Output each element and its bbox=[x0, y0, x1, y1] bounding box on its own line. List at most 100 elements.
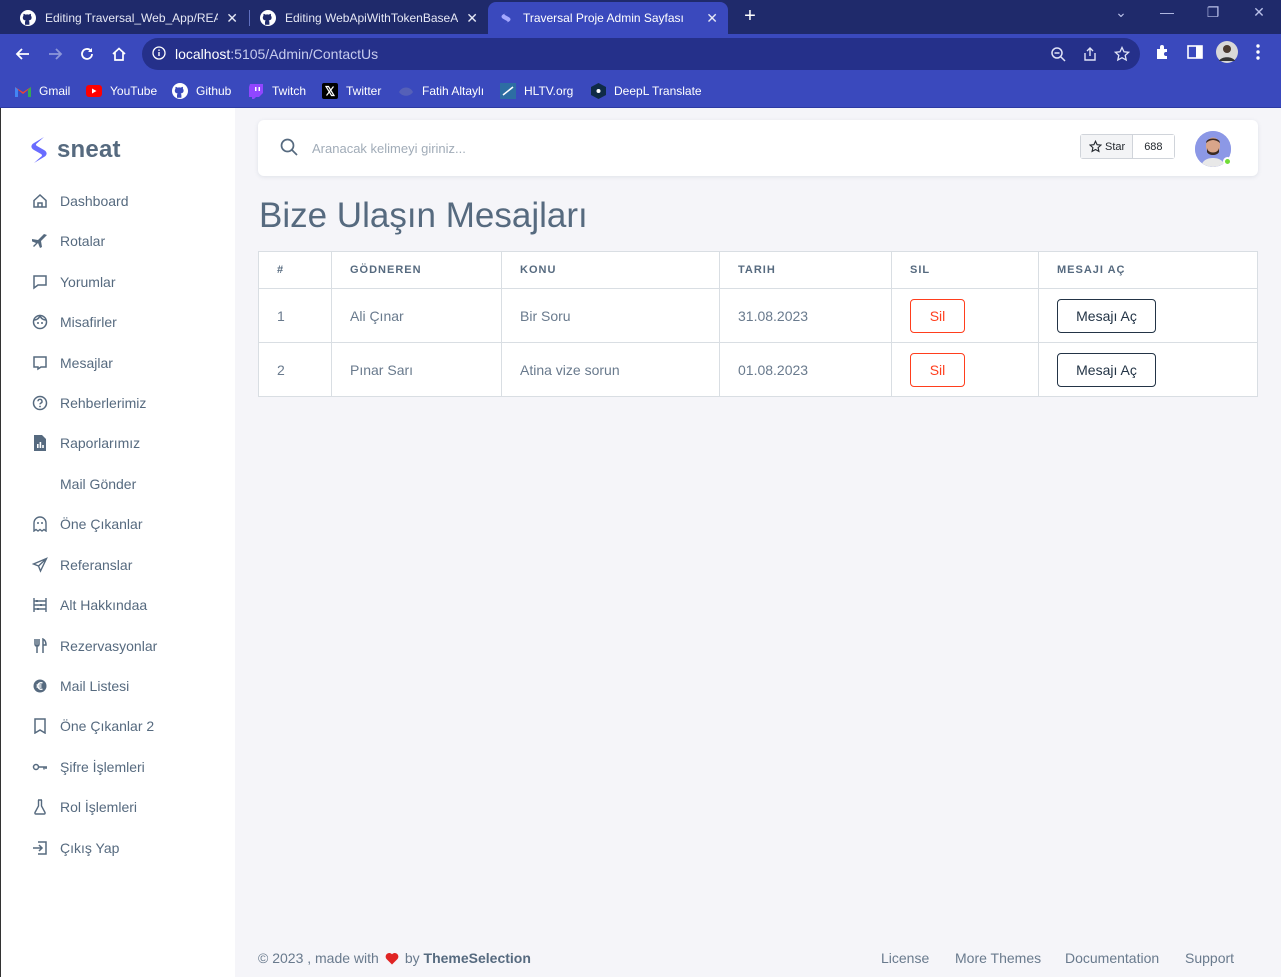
sidebar-item-rotalar[interactable]: Rotalar bbox=[31, 230, 105, 252]
sidebar-item-label: Öne Çıkanlar bbox=[60, 516, 143, 532]
copyright-text: © 2023 , made with bbox=[258, 950, 379, 966]
sidebar-item-yorumlar[interactable]: Yorumlar bbox=[31, 271, 116, 293]
cell-open: Mesajı Aç bbox=[1038, 288, 1258, 343]
star-count[interactable]: 688 bbox=[1133, 135, 1174, 158]
bookmark-github[interactable]: Github bbox=[172, 82, 231, 100]
footer-brand-link[interactable]: ThemeSelection bbox=[424, 950, 531, 966]
open-message-button[interactable]: Mesajı Aç bbox=[1057, 352, 1156, 387]
minimize-icon[interactable]: — bbox=[1152, 4, 1182, 20]
browser-tab[interactable]: Editing Traversal_Web_App/READ ✕ bbox=[10, 2, 248, 34]
heart-icon bbox=[385, 952, 399, 964]
by-text: by bbox=[404, 950, 420, 966]
address-bar[interactable]: localhost:5105/Admin/ContactUs bbox=[142, 38, 1140, 70]
brand-logo[interactable]: sneat bbox=[29, 136, 121, 164]
extensions-icon[interactable] bbox=[1154, 43, 1172, 66]
sidebar-item-label: Alt Hakkındaa bbox=[60, 597, 148, 613]
sidebar-item-label: Misafirler bbox=[60, 314, 117, 330]
sidebar-item-cikis-yap[interactable]: Çıkış Yap bbox=[31, 837, 119, 859]
sidebar-item-dashboard[interactable]: Dashboard bbox=[31, 190, 129, 212]
euro-icon bbox=[31, 677, 49, 695]
ghost-icon bbox=[31, 515, 49, 533]
sidebar-item-label: Mail Listesi bbox=[60, 678, 130, 694]
column-header-sender: GÖDNEREN bbox=[331, 251, 502, 289]
deepl-icon bbox=[590, 83, 606, 99]
column-header-subject: KONU bbox=[501, 251, 720, 289]
zoom-icon[interactable] bbox=[1050, 46, 1066, 67]
column-header-number: # bbox=[258, 251, 332, 289]
forward-icon[interactable] bbox=[43, 42, 67, 66]
sidebar-item-mail-listesi[interactable]: Mail Listesi bbox=[31, 675, 129, 697]
browser-tab-active[interactable]: Traversal Proje Admin Sayfası ✕ bbox=[488, 2, 728, 34]
cell-delete: Sil bbox=[891, 288, 1039, 343]
github-icon bbox=[20, 10, 36, 26]
x-twitter-icon bbox=[322, 83, 338, 99]
browser-toolbar: localhost:5105/Admin/ContactUs bbox=[0, 34, 1281, 74]
restaurant-icon bbox=[31, 637, 49, 655]
sidebar-item-rol-islemleri[interactable]: Rol İşlemleri bbox=[31, 796, 137, 818]
reload-icon[interactable] bbox=[75, 42, 99, 66]
bookmark-hltv[interactable]: HLTV.org bbox=[500, 82, 573, 100]
sidebar-item-label: Yorumlar bbox=[60, 274, 116, 290]
site-info-icon[interactable] bbox=[152, 46, 166, 65]
table-row: 2 Pınar Sarı Atina vize sorun 01.08.2023… bbox=[258, 342, 1258, 397]
logout-icon bbox=[31, 839, 49, 857]
bookmark-fatih-altayli[interactable]: Fatih Altaylı bbox=[398, 82, 484, 100]
browser-menu-icon[interactable] bbox=[1255, 43, 1261, 66]
sidebar-item-label: Raporlarımız bbox=[60, 435, 141, 451]
delete-button[interactable]: Sil bbox=[910, 298, 965, 333]
sidebar-item-label: Öne Çıkanlar 2 bbox=[60, 718, 155, 734]
profile-avatar-icon[interactable] bbox=[1216, 41, 1238, 68]
close-tab-icon[interactable]: ✕ bbox=[706, 10, 718, 27]
bookmark-twitter[interactable]: Twitter bbox=[322, 82, 381, 100]
github-star-button[interactable]: Star 688 bbox=[1080, 134, 1175, 159]
bookmark-gmail[interactable]: Gmail bbox=[15, 82, 70, 100]
sneat-favicon-icon bbox=[498, 10, 514, 26]
table-header-row: # GÖDNEREN KONU TARIH SIL MESAJI AÇ bbox=[258, 251, 1258, 289]
footer-link-more-themes[interactable]: More Themes bbox=[955, 950, 1041, 966]
column-header-date: TARIH bbox=[719, 251, 892, 289]
sidebar-item-label: Mail Gönder bbox=[60, 476, 137, 492]
bookmark-twitch[interactable]: Twitch bbox=[248, 82, 306, 100]
sidebar-item-sifre-islemleri[interactable]: Şifre İşlemleri bbox=[31, 756, 145, 778]
browser-tab[interactable]: Editing WebApiWithTokenBaseAu ✕ bbox=[250, 2, 488, 34]
bookmark-star-icon[interactable] bbox=[1113, 45, 1131, 67]
cell-delete: Sil bbox=[891, 342, 1039, 397]
comment-icon bbox=[31, 273, 49, 291]
hltv-icon bbox=[500, 83, 516, 99]
side-panel-icon[interactable] bbox=[1186, 43, 1204, 66]
cell-date: 01.08.2023 bbox=[719, 342, 892, 397]
search-input[interactable] bbox=[312, 136, 812, 160]
footer-link-support[interactable]: Support bbox=[1185, 950, 1234, 966]
sidebar-item-mail-gonder[interactable]: Mail Gönder bbox=[31, 473, 136, 495]
bookmark-deepl[interactable]: DeepL Translate bbox=[590, 82, 702, 100]
search-icon bbox=[280, 138, 298, 161]
page-title: Bize Ulaşın Mesajları bbox=[259, 196, 588, 235]
footer-link-documentation[interactable]: Documentation bbox=[1065, 950, 1159, 966]
delete-button[interactable]: Sil bbox=[910, 352, 965, 387]
sidebar-item-mesajlar[interactable]: Mesajlar bbox=[31, 352, 113, 374]
sidebar-item-rezervasyonlar[interactable]: Rezervasyonlar bbox=[31, 635, 157, 657]
sidebar-item-misafirler[interactable]: Misafirler bbox=[31, 311, 117, 333]
sidebar-item-raporlarimiz[interactable]: Raporlarımız bbox=[31, 432, 140, 454]
sidebar-item-one-cikanlar[interactable]: Öne Çıkanlar bbox=[31, 513, 142, 535]
sidebar-item-rehberlerimiz[interactable]: Rehberlerimiz bbox=[31, 392, 146, 414]
share-icon[interactable] bbox=[1082, 46, 1098, 67]
home-browser-icon[interactable] bbox=[107, 42, 131, 66]
sidebar-item-one-cikanlar-2[interactable]: Öne Çıkanlar 2 bbox=[31, 715, 154, 737]
top-navbar: Star 688 bbox=[258, 120, 1258, 176]
open-message-button[interactable]: Mesajı Aç bbox=[1057, 298, 1156, 333]
back-icon[interactable] bbox=[11, 42, 35, 66]
message-icon bbox=[31, 354, 49, 372]
close-window-icon[interactable]: ✕ bbox=[1244, 4, 1274, 21]
restore-icon[interactable]: ❐ bbox=[1198, 4, 1228, 21]
new-tab-button[interactable]: + bbox=[738, 5, 762, 29]
sidebar-item-label: Şifre İşlemleri bbox=[60, 759, 145, 775]
close-tab-icon[interactable]: ✕ bbox=[226, 10, 238, 27]
sidebar-item-alt-hakkindaa[interactable]: Alt Hakkındaa bbox=[31, 594, 147, 616]
close-tab-icon[interactable]: ✕ bbox=[466, 10, 478, 27]
footer-link-license[interactable]: License bbox=[881, 950, 929, 966]
tab-search-icon[interactable]: ⌄ bbox=[1106, 4, 1136, 21]
bookmark-youtube[interactable]: YouTube bbox=[86, 82, 157, 100]
sidebar-item-referanslar[interactable]: Referanslar bbox=[31, 554, 132, 576]
cell-sender: Pınar Sarı bbox=[331, 342, 502, 397]
